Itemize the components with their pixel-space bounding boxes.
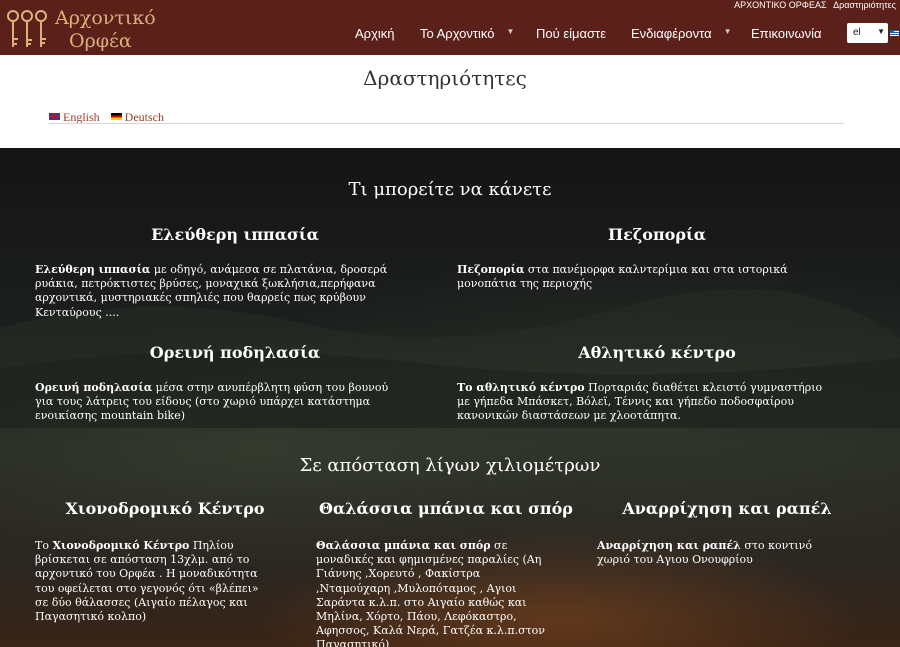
activity-bold: Ελεύθερη ιππασία [35, 263, 151, 276]
nearby-description: Θαλάσσια μπάνια και σπόρ σε μοναδικές κα… [316, 539, 556, 647]
nearby-text: σε μοναδικές και φημισμένες παραλίες (Αη… [316, 539, 545, 647]
activity-bold: Ορεινή ποδηλασία [35, 381, 153, 394]
section-heading-activities: Τι μπορείτε να κάνετε [348, 179, 552, 200]
nearby-description: Το Χιονοδρομικό Κέντρο Πηλίου βρίσκεται … [35, 539, 275, 624]
nearby-description: Αναρρίχηση και ραπέλ στο κοντινό χωριό τ… [597, 539, 837, 567]
language-select[interactable]: el ▼ [847, 23, 888, 43]
logo-text-line1: Αρχοντικό [55, 7, 156, 29]
language-select-value: el [853, 27, 861, 38]
activity-title: Ελεύθερη ιππασία [151, 225, 319, 244]
language-link-english[interactable]: English [49, 110, 100, 124]
language-link-label: Deutsch [124, 110, 164, 124]
activities-section: Τι μπορείτε να κάνετε Ελεύθερη ιππασία Ε… [0, 148, 900, 647]
breadcrumb: ΑΡΧΟΝΤΙΚΟ ΟΡΦΕΑΣ Δραστηριότητες [730, 0, 896, 10]
activity-bold: Το αθλητικό κέντρο [457, 381, 585, 394]
caret-down-icon: ▼ [506, 27, 515, 36]
nav-item-location[interactable]: Πού είμαστε [536, 26, 606, 41]
activity-title: Ορεινή ποδηλασία [149, 343, 321, 362]
caret-down-icon: ▼ [723, 27, 732, 36]
nearby-title: Αναρρίχηση και ραπέλ [622, 499, 832, 518]
divider [49, 123, 844, 124]
select-arrow-icon: ▼ [877, 27, 885, 36]
nav-label: Πού είμαστε [536, 26, 606, 41]
nav-item-mansion[interactable]: Το Αρχοντικό ▼ [420, 26, 514, 41]
nearby-bold: Χιονοδρομικό Κέντρο [52, 539, 190, 552]
site-logo[interactable]: Αρχοντικό Ορφέα [3, 5, 156, 52]
nearby-prefix: Το [35, 539, 53, 552]
section-heading-nearby: Σε απόσταση λίγων χιλιομέτρων [299, 455, 601, 476]
nav-item-interests[interactable]: Ενδιαφέροντα ▼ [631, 26, 732, 41]
nav-item-contact[interactable]: Επικοινωνία [751, 26, 822, 41]
nearby-title: Χιονοδρομικό Κέντρο [65, 499, 265, 518]
keys-logo-icon [7, 10, 47, 47]
nearby-bold: Αναρρίχηση και ραπέλ [597, 539, 741, 552]
greek-flag-icon [890, 30, 899, 36]
activity-description: Πεζοπορία στα πανέμορφα καλντερίμια και … [457, 263, 837, 291]
nearby-bold: Θαλάσσια μπάνια και σπόρ [316, 539, 491, 552]
de-flag-icon [110, 113, 122, 120]
activity-description: Το αθλητικό κέντρο Πορταριάς διαθέτει κλ… [457, 381, 832, 424]
activity-description: Ορεινή ποδηλασία μέσα στην ανυπέρβλητη φ… [35, 381, 395, 424]
breadcrumb-current: Δραστηριότητες [833, 0, 896, 10]
activity-title: Πεζοπορία [607, 225, 707, 244]
header-bar: Αρχοντικό Ορφέα ΑΡΧΟΝΤΙΚΟ ΟΡΦΕΑΣ Δραστηρ… [0, 0, 900, 55]
language-link-deutsch[interactable]: Deutsch [110, 110, 164, 124]
uk-flag-icon [49, 113, 60, 120]
nav-label: Επικοινωνία [751, 26, 822, 41]
page-title: Δραστηριότητες [363, 66, 527, 90]
breadcrumb-site[interactable]: ΑΡΧΟΝΤΙΚΟ ΟΡΦΕΑΣ [734, 0, 827, 10]
nav-label: Ενδιαφέροντα [631, 26, 712, 41]
nearby-title: Θαλάσσια μπάνια και σπόρ [319, 499, 573, 518]
nav-item-home[interactable]: Αρχική [355, 26, 395, 41]
activity-bold: Πεζοπορία [457, 263, 525, 276]
logo-text-line2: Ορφέα [69, 30, 132, 52]
activity-description: Ελεύθερη ιππασία με οδηγό, ανάμεσα σε πλ… [35, 263, 410, 320]
nav-label: Αρχική [355, 26, 395, 41]
nav-label: Το Αρχοντικό [420, 26, 495, 41]
language-link-label: English [63, 110, 100, 124]
activity-title: Αθλητικό κέντρο [578, 343, 736, 362]
